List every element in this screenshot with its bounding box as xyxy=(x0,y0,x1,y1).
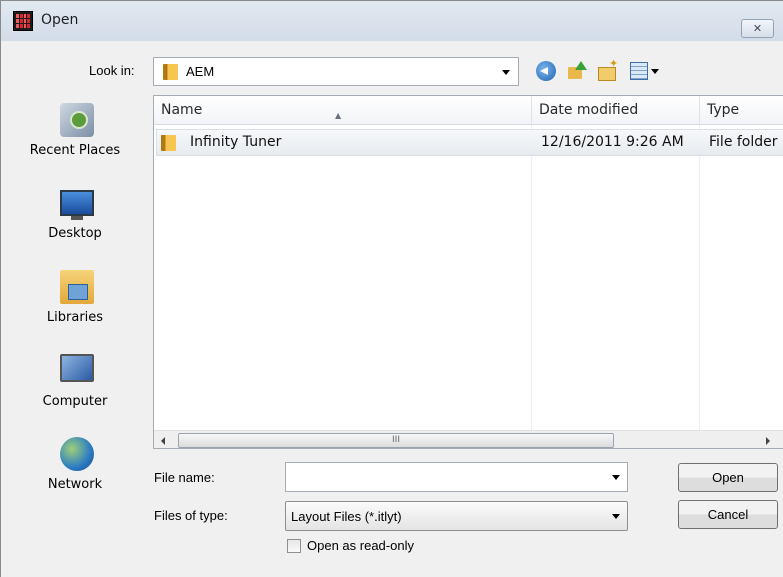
new-folder-icon[interactable] xyxy=(598,57,618,81)
chevron-down-icon[interactable] xyxy=(612,475,620,480)
place-network[interactable]: Network xyxy=(15,429,135,509)
chevron-down-icon[interactable] xyxy=(502,70,510,75)
scroll-right-icon[interactable] xyxy=(766,437,770,445)
column-header-type[interactable]: Type xyxy=(700,96,783,125)
folder-icon xyxy=(163,64,178,80)
file-name-label: File name: xyxy=(154,470,215,485)
place-label: Network xyxy=(47,477,103,492)
place-label: Computer xyxy=(42,394,108,409)
network-icon xyxy=(60,437,94,471)
look-in-label: Look in: xyxy=(89,63,135,78)
files-of-type-select[interactable]: Layout Files (*.itlyt) xyxy=(285,501,628,531)
file-type-cell: File folder xyxy=(709,134,778,150)
place-label: Libraries xyxy=(46,310,104,325)
read-only-label[interactable]: Open as read-only xyxy=(307,538,414,553)
file-date-cell: 12/16/2011 9:26 AM xyxy=(541,134,684,150)
views-menu-icon[interactable] xyxy=(630,62,648,80)
place-label: Desktop xyxy=(48,226,102,241)
title-bar[interactable]: Open ✕ xyxy=(1,1,783,41)
places-bar: Recent Places Desktop Libraries Computer… xyxy=(15,95,135,515)
open-dialog: Open ✕ Look in: AEM Recent Places Deskto… xyxy=(0,0,783,577)
desktop-icon xyxy=(60,190,94,220)
sort-ascending-icon: ▲ xyxy=(335,111,342,120)
column-header-name[interactable]: Name ▲ xyxy=(154,96,532,125)
place-libraries[interactable]: Libraries xyxy=(15,262,135,342)
views-dropdown-arrow-icon[interactable] xyxy=(651,69,659,74)
scroll-left-icon[interactable] xyxy=(161,437,165,445)
libraries-icon xyxy=(60,270,94,304)
column-divider xyxy=(531,125,532,433)
up-folder-icon[interactable] xyxy=(567,61,587,81)
scrollbar-thumb[interactable]: III xyxy=(178,433,614,448)
column-header-date-modified[interactable]: Date modified xyxy=(532,96,700,125)
cancel-button[interactable]: Cancel xyxy=(678,500,778,529)
column-divider xyxy=(699,125,700,433)
place-label: Recent Places xyxy=(29,143,121,158)
file-name-cell: Infinity Tuner xyxy=(190,134,282,150)
files-of-type-value: Layout Files (*.itlyt) xyxy=(291,509,402,524)
computer-icon xyxy=(60,354,94,382)
files-of-type-label: Files of type: xyxy=(154,508,228,523)
open-button[interactable]: Open xyxy=(678,463,778,492)
file-list[interactable]: Name ▲ Date modified Type Infinity Tuner… xyxy=(153,95,783,449)
column-header-label: Type xyxy=(707,102,740,118)
back-icon[interactable] xyxy=(536,61,556,81)
place-recent-places[interactable]: Recent Places xyxy=(15,95,135,175)
place-computer[interactable]: Computer xyxy=(15,346,135,426)
window-title: Open xyxy=(41,12,79,28)
file-name-combo[interactable] xyxy=(285,462,628,492)
column-header-label: Date modified xyxy=(539,102,639,118)
column-header-label: Name xyxy=(161,102,203,118)
file-row[interactable]: Infinity Tuner 12/16/2011 9:26 AM File f… xyxy=(156,129,783,156)
app-icon xyxy=(13,11,33,31)
look-in-value: AEM xyxy=(186,64,215,79)
chevron-down-icon[interactable] xyxy=(612,514,620,519)
horizontal-scrollbar[interactable]: III xyxy=(154,430,783,448)
place-desktop[interactable]: Desktop xyxy=(15,178,135,258)
folder-icon xyxy=(161,135,176,151)
look-in-combo[interactable]: AEM xyxy=(153,57,519,86)
recent-places-icon xyxy=(60,103,94,137)
close-button[interactable]: ✕ xyxy=(741,19,774,38)
read-only-checkbox[interactable] xyxy=(287,539,301,553)
